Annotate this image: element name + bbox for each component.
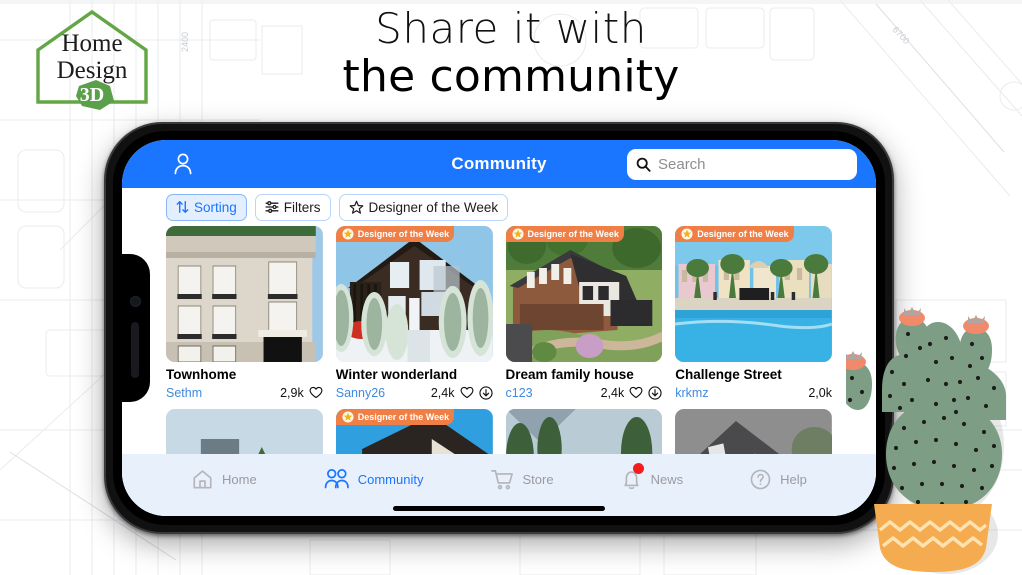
nav-item-community[interactable]: Community (323, 468, 424, 491)
sort-arrows-icon (176, 201, 189, 213)
nav-item-home[interactable]: Home (191, 468, 257, 491)
badge-label: Designer of the Week (527, 229, 619, 239)
nav-label-home: Home (222, 471, 257, 487)
designer-of-the-week-badge: Designer of the Week (505, 226, 624, 242)
search-input[interactable]: Search (627, 148, 857, 180)
heart-icon[interactable] (460, 386, 474, 399)
phone-device-frame: Community Search Sorting Filters Designe… (104, 122, 894, 534)
nav-label-help: Help (780, 471, 807, 487)
news-notification-badge (632, 462, 644, 474)
front-camera-icon (130, 296, 141, 307)
search-placeholder: Search (658, 155, 706, 173)
home-indicator (393, 506, 605, 511)
nav-item-store[interactable]: Store (490, 468, 554, 491)
badge-label: Designer of the Week (357, 411, 450, 422)
design-card[interactable]: Designer of the Week Dream family house … (505, 226, 663, 400)
nav-item-help[interactable]: Help (749, 468, 807, 491)
design-author[interactable]: c123 (506, 386, 533, 400)
design-stats: 2,0k (808, 386, 832, 400)
design-thumbnail[interactable]: Designer of the Week (335, 226, 493, 362)
people-icon (324, 468, 349, 488)
logo-text-3d: 3D (79, 84, 105, 106)
design-title: Challenge Street (675, 368, 782, 382)
design-author[interactable]: Sanny26 (336, 386, 385, 400)
star-rosette-icon (342, 411, 354, 423)
design-title: Winter wonderland (335, 368, 458, 382)
earpiece-speaker (131, 322, 139, 378)
download-icon[interactable] (648, 386, 662, 400)
phone-notch (122, 254, 150, 402)
heart-icon[interactable] (629, 386, 643, 399)
like-count: 2,0k (808, 385, 832, 400)
designer-of-the-week-badge: Designer of the Week (335, 408, 455, 425)
filters-chip-label: Filters (283, 199, 321, 215)
design-title: Townhome (166, 368, 237, 382)
designer-of-the-week-badge: Designer of the Week (675, 226, 794, 242)
phone-screen: Community Search Sorting Filters Designe… (122, 140, 876, 516)
badge-label: Designer of the Week (357, 229, 450, 239)
star-rosette-icon (511, 228, 524, 240)
cactus-decoration (846, 307, 1006, 574)
design-thumbnail[interactable]: Designer of the Week (675, 226, 832, 362)
designer-of-the-week-chip[interactable]: Designer of the Week (338, 193, 509, 221)
design-stats: 2,9k (280, 386, 323, 400)
design-title: Dream family house (505, 368, 634, 382)
sliders-icon (265, 201, 279, 213)
star-rosette-icon (342, 228, 354, 240)
designer-of-the-week-badge: Designer of the Week (335, 226, 455, 242)
cart-icon (490, 469, 513, 489)
filter-toolbar: Sorting Filters Designer of the Week (122, 188, 876, 226)
badge-label: Designer of the Week (697, 229, 789, 239)
sorting-chip-label: Sorting (194, 199, 237, 215)
design-meta: c123 2,4k (506, 386, 663, 400)
download-icon[interactable] (478, 386, 493, 400)
design-card[interactable]: Designer of the Week Winter wonderland S… (335, 226, 493, 400)
design-meta: Sethm 2,9k (166, 386, 323, 400)
sorting-chip[interactable]: Sorting (166, 193, 247, 221)
design-author[interactable]: krkmz (675, 386, 708, 400)
design-thumbnail[interactable]: Designer of the Week (505, 226, 663, 362)
app-header: Community Search (122, 140, 876, 188)
design-stats: 2,4k (601, 386, 663, 400)
like-count: 2,9k (280, 385, 304, 400)
nav-item-news[interactable]: News (620, 462, 684, 491)
home-icon (193, 469, 212, 489)
search-icon (636, 157, 651, 172)
design-stats: 2,4k (431, 386, 493, 400)
design-card[interactable]: Designer of the Week Challenge Street kr… (675, 226, 832, 400)
design-meta: Sanny26 2,4k (336, 386, 493, 400)
filters-chip[interactable]: Filters (254, 193, 331, 221)
home-design-3d-logo: Home Design 3D (22, 6, 162, 118)
design-thumbnail[interactable] (166, 226, 323, 362)
nav-label-community: Community (357, 471, 424, 487)
heart-icon[interactable] (309, 386, 323, 399)
design-card[interactable]: Townhome Sethm 2,9k (166, 226, 323, 400)
star-outline-icon (349, 200, 363, 214)
designer-chip-label: Designer of the Week (368, 199, 499, 215)
star-rosette-icon (681, 228, 693, 240)
design-meta: krkmz 2,0k (675, 386, 832, 400)
nav-label-news: News (650, 471, 684, 487)
design-author[interactable]: Sethm (166, 386, 202, 400)
like-count: 2,4k (430, 385, 455, 400)
question-icon (750, 469, 771, 489)
nav-label-store: Store (522, 471, 554, 487)
like-count: 2,4k (600, 385, 625, 400)
